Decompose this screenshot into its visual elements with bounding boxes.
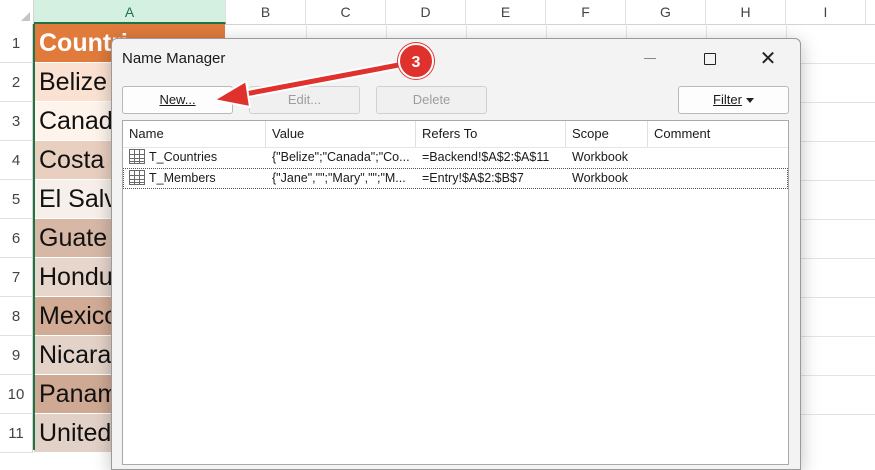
column-header-name[interactable]: Name xyxy=(123,121,266,147)
table-icon xyxy=(129,149,145,164)
column-selection-border xyxy=(33,24,35,450)
minimize-icon xyxy=(644,58,656,60)
names-list[interactable]: Name Value Refers To Scope Comment T_Cou… xyxy=(122,120,789,465)
column-header-value[interactable]: Value xyxy=(266,121,416,147)
value-cell: {"Belize";"Canada";"Co... xyxy=(272,150,410,164)
comment-cell xyxy=(654,147,784,168)
column-header-g[interactable]: G xyxy=(626,0,706,24)
column-header-e[interactable]: E xyxy=(466,0,546,24)
scope-cell: Workbook xyxy=(572,150,629,164)
maximize-icon xyxy=(704,52,716,65)
filter-button[interactable]: Filter xyxy=(678,86,789,114)
chevron-down-icon xyxy=(745,98,754,104)
refers-to-cell: =Entry!$A$2:$B$7 xyxy=(422,171,524,185)
scope-cell: Workbook xyxy=(572,171,629,185)
column-header-b[interactable]: B xyxy=(226,0,306,24)
delete-name-button[interactable]: Delete xyxy=(376,86,487,114)
refers-to-cell: =Backend!$A$2:$A$11 xyxy=(422,150,550,164)
maximize-button[interactable] xyxy=(688,45,732,73)
row-header-5[interactable]: 5 xyxy=(0,180,33,219)
column-header-d[interactable]: D xyxy=(386,0,466,24)
row-header-11[interactable]: 11 xyxy=(0,414,33,453)
table-icon xyxy=(129,170,145,185)
column-header-h[interactable]: H xyxy=(706,0,786,24)
dialog-title: Name Manager xyxy=(122,50,226,67)
column-header-a[interactable]: A xyxy=(34,0,226,24)
comment-cell xyxy=(654,168,784,189)
names-list-header: Name Value Refers To Scope Comment xyxy=(123,121,788,148)
edit-name-button[interactable]: Edit... xyxy=(249,86,360,114)
row-header-3[interactable]: 3 xyxy=(0,102,33,141)
column-header-i[interactable]: I xyxy=(786,0,866,24)
close-button[interactable]: ✕ xyxy=(746,45,790,73)
filter-button-label: Filter xyxy=(713,92,742,107)
edit-button-label: Edit... xyxy=(287,92,322,107)
delete-button-label: Delete xyxy=(412,92,451,107)
minimize-button[interactable] xyxy=(628,45,672,73)
row-header-4[interactable]: 4 xyxy=(0,141,33,180)
column-header-refers-to[interactable]: Refers To xyxy=(416,121,566,147)
column-header-comment[interactable]: Comment xyxy=(648,121,788,147)
column-header-c[interactable]: C xyxy=(306,0,386,24)
value-cell: {"Jane","";"Mary","";"M... xyxy=(272,171,406,185)
row-header-10[interactable]: 10 xyxy=(0,375,33,414)
row-header-8[interactable]: 8 xyxy=(0,297,33,336)
column-header-bar: A B C D E F G H I xyxy=(0,0,875,25)
row-header-9[interactable]: 9 xyxy=(0,336,33,375)
row-header-7[interactable]: 7 xyxy=(0,258,33,297)
new-button-label: New... xyxy=(159,92,196,107)
row-header-2[interactable]: 2 xyxy=(0,63,33,102)
new-name-button[interactable]: New... xyxy=(122,86,233,114)
row-header-6[interactable]: 6 xyxy=(0,219,33,258)
close-icon: ✕ xyxy=(759,48,777,70)
dialog-title-bar[interactable]: Name Manager ✕ xyxy=(112,39,800,79)
name-row[interactable]: T_Countries {"Belize";"Canada";"Co... =B… xyxy=(123,147,788,168)
select-all-corner[interactable] xyxy=(0,0,34,24)
step-badge: 3 xyxy=(398,43,434,79)
name-cell: T_Members xyxy=(149,171,216,185)
name-cell: T_Countries xyxy=(149,150,218,164)
column-header-scope[interactable]: Scope xyxy=(566,121,648,147)
name-row[interactable]: T_Members {"Jane","";"Mary","";"M... =En… xyxy=(123,168,788,189)
row-header-1[interactable]: 1 xyxy=(0,24,33,63)
name-manager-dialog: Name Manager ✕ New... Edit... Delete Fil… xyxy=(111,38,801,470)
column-header-f[interactable]: F xyxy=(546,0,626,24)
